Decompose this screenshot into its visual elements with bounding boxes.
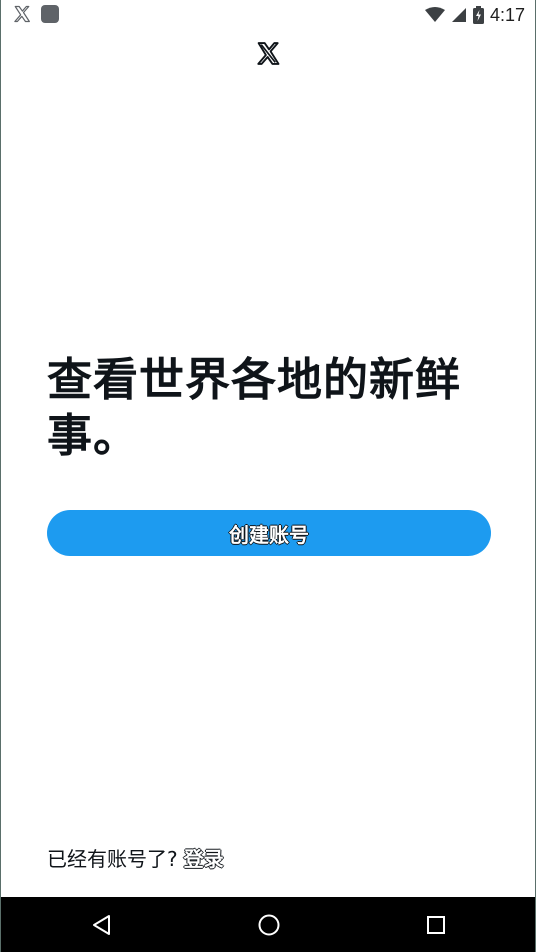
status-bar: 4:17 [1, 0, 535, 30]
back-icon [93, 915, 110, 935]
status-indicators: 4:17 [424, 4, 525, 26]
status-time: 4:17 [489, 5, 525, 25]
recents-icon [427, 916, 445, 934]
login-prompt-text: 已经有账号了? [47, 847, 178, 871]
login-prompt: 已经有账号了? 登录 [47, 843, 224, 872]
cellular-signal-icon [451, 8, 466, 22]
x-logo-icon [257, 42, 280, 65]
battery-charging-icon [472, 6, 484, 24]
create-account-button[interactable]: 创建账号 [47, 510, 491, 556]
home-icon [258, 914, 280, 936]
x-logo-icon [14, 5, 30, 23]
home-button[interactable] [255, 911, 283, 939]
system-nav-bar [1, 897, 535, 952]
login-link[interactable]: 登录 [184, 843, 224, 872]
recents-button[interactable] [422, 911, 450, 939]
page-title: 查看世界各地的新鲜事。 [47, 353, 462, 462]
create-account-label: 创建账号 [229, 524, 309, 547]
app-screen: 4:17 查看世界各地的新鲜事。 创建账号 已经有账号了? 登录 [0, 0, 536, 952]
status-notifications [13, 5, 59, 23]
wifi-icon [424, 7, 445, 22]
back-button[interactable] [88, 911, 116, 939]
notification-square-icon [41, 5, 59, 23]
